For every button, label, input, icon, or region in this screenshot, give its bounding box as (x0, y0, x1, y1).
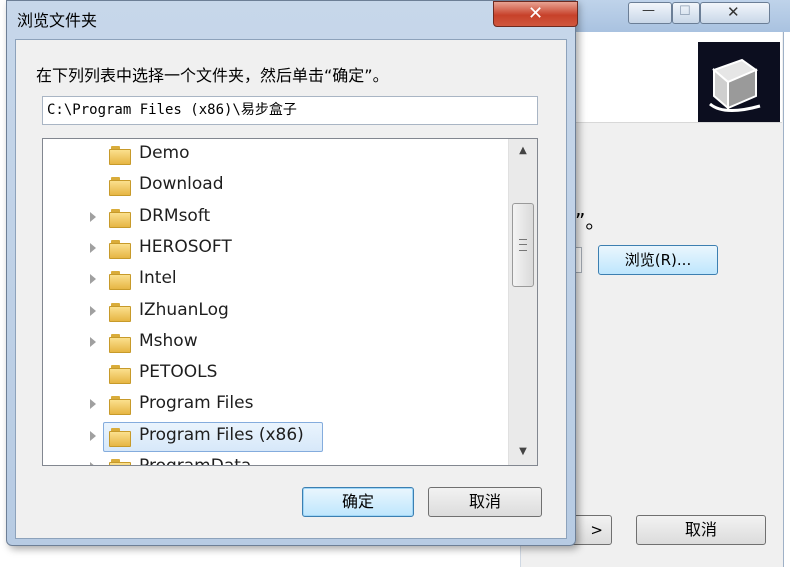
folder-item[interactable]: Download (43, 171, 509, 201)
folder-icon (109, 271, 131, 291)
dialog-instruction: 在下列列表中选择一个文件夹，然后单击“确定”。 (36, 66, 389, 85)
folder-icon (109, 427, 131, 447)
scroll-down-icon[interactable]: ▼ (509, 441, 537, 463)
folder-item[interactable]: Program Files (x86) (43, 421, 509, 452)
folder-name: DRMsoft (139, 205, 211, 226)
folder-item[interactable]: PETOOLS (43, 359, 509, 389)
minimize-icon: — (642, 3, 655, 18)
expand-arrow-icon[interactable] (90, 336, 96, 347)
folder-icon (109, 177, 131, 197)
folder-item[interactable]: DRMsoft (43, 203, 509, 233)
folder-icon (109, 459, 131, 465)
folder-tree[interactable]: Demo Download DRMsoft HEROSOFT Intel IZhuanLo… (42, 138, 538, 466)
cancel-button[interactable]: 取消 (428, 487, 542, 517)
folder-item[interactable]: Intel (43, 265, 509, 295)
folder-item[interactable]: Program Files (43, 390, 509, 420)
close-icon: ✕ (727, 3, 740, 21)
folder-item[interactable]: HEROSOFT (43, 234, 509, 264)
folder-icon (109, 302, 131, 322)
maximize-button[interactable]: ☐ (672, 2, 700, 24)
folder-name: IZhuanLog (139, 299, 229, 320)
expand-arrow-icon[interactable] (90, 430, 96, 441)
folder-path-field[interactable]: C:\Program Files (x86)\易步盒子 (42, 96, 538, 125)
background-cancel-button[interactable]: 取消 (636, 515, 766, 545)
background-close-button[interactable]: ✕ (700, 2, 770, 24)
folder-icon (109, 333, 131, 353)
folder-icon (109, 365, 131, 385)
folder-name: Program Files (139, 393, 254, 414)
folder-icon (109, 208, 131, 228)
background-instruction-fragment: ”。 (575, 209, 606, 233)
expand-arrow-icon[interactable] (90, 211, 96, 222)
folder-name: PETOOLS (139, 362, 218, 383)
folder-icon (109, 146, 131, 165)
folder-name: ProgramData (139, 456, 252, 466)
folder-item[interactable]: ProgramData (43, 453, 509, 466)
browse-button[interactable]: 浏览(R)... (598, 245, 718, 275)
folder-name: HEROSOFT (139, 236, 232, 257)
folder-item[interactable]: Demo (43, 140, 509, 170)
folder-name: Intel (139, 268, 177, 289)
tree-scrollbar[interactable]: ▲ ▼ (508, 139, 537, 465)
maximize-icon: ☐ (679, 4, 691, 19)
folder-item[interactable]: Mshow (43, 328, 509, 358)
grip-icon (519, 239, 527, 251)
expand-arrow-icon[interactable] (90, 274, 96, 285)
expand-arrow-icon[interactable] (90, 305, 96, 316)
expand-arrow-icon[interactable] (90, 462, 96, 465)
minimize-button[interactable]: — (628, 2, 672, 24)
folder-name: Mshow (139, 330, 198, 351)
close-icon: ✕ (527, 3, 544, 24)
installer-box-icon (698, 42, 780, 122)
scroll-up-icon[interactable]: ▲ (509, 140, 537, 162)
ok-button[interactable]: 确定 (302, 487, 414, 517)
folder-icon (109, 239, 131, 259)
dialog-title: 浏览文件夹 (17, 11, 98, 30)
expand-arrow-icon[interactable] (90, 242, 96, 253)
scroll-thumb[interactable] (512, 203, 534, 287)
expand-arrow-icon[interactable] (90, 399, 96, 410)
folder-name: Demo (139, 143, 190, 163)
folder-name: Download (139, 174, 224, 195)
dialog-close-button[interactable]: ✕ (493, 1, 578, 27)
folder-item[interactable]: IZhuanLog (43, 297, 509, 327)
folder-name: Program Files (x86) (139, 424, 304, 445)
folder-icon (109, 396, 131, 416)
